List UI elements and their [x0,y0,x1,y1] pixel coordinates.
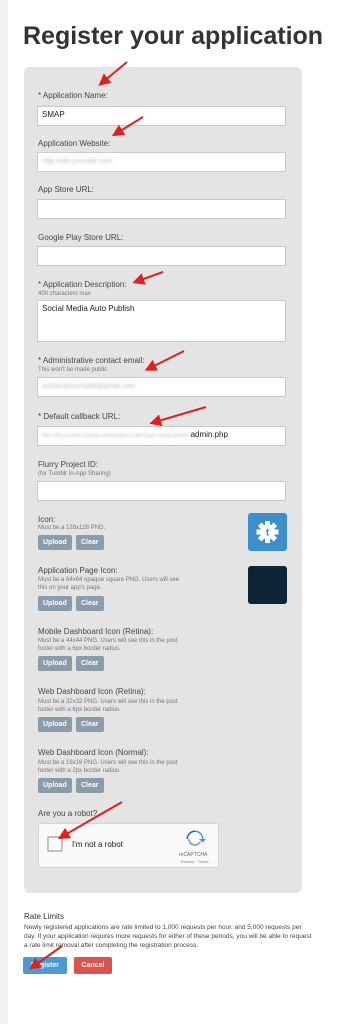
arrow-description [132,271,164,285]
arrow-admin-email [144,350,185,371]
arrow-app-name [98,61,128,86]
arrow-robot [57,801,123,839]
arrow-register [29,945,63,970]
annotation-arrows [29,61,207,970]
arrow-app-website [111,116,144,137]
arrow-callback-url [149,406,207,427]
